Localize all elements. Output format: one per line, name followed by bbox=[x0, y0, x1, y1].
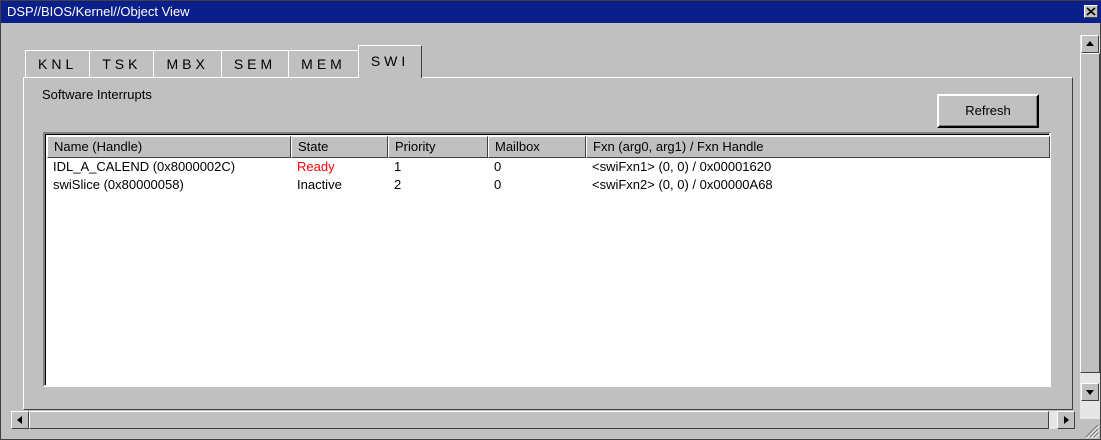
scroll-down-button[interactable] bbox=[1081, 383, 1099, 401]
tab-mbx[interactable]: MBX bbox=[153, 50, 222, 77]
tab-knl[interactable]: KNL bbox=[25, 50, 91, 77]
arrow-right-icon bbox=[1064, 416, 1069, 424]
cell-mailbox: 0 bbox=[494, 159, 502, 174]
tab-strip: KNL TSK MBX SEM MEM SWI bbox=[25, 45, 423, 78]
cell-state: Ready bbox=[297, 159, 335, 174]
cell-fxn: <swiFxn1> (0, 0) / 0x00001620 bbox=[592, 159, 772, 174]
swi-panel: Software Interrupts Refresh Name (Handle… bbox=[23, 77, 1073, 410]
scroll-right-button[interactable] bbox=[1057, 411, 1075, 429]
close-button[interactable] bbox=[1084, 5, 1098, 18]
refresh-button[interactable]: Refresh bbox=[937, 94, 1039, 128]
column-header-priority[interactable]: Priority bbox=[388, 136, 488, 158]
cell-name: swiSlice (0x80000058) bbox=[53, 177, 184, 192]
column-header-mailbox[interactable]: Mailbox bbox=[488, 136, 586, 158]
content-area: KNL TSK MBX SEM MEM SWI Software Interru… bbox=[11, 23, 1075, 411]
table-row[interactable]: swiSlice (0x80000058) Inactive 2 0 <swiF… bbox=[47, 176, 1050, 194]
vertical-scrollbar[interactable] bbox=[1080, 35, 1100, 419]
horizontal-scroll-thumb[interactable] bbox=[29, 411, 1049, 429]
section-title: Software Interrupts bbox=[42, 87, 152, 102]
close-icon bbox=[1086, 7, 1096, 16]
column-header-fxn[interactable]: Fxn (arg0, arg1) / Fxn Handle bbox=[586, 136, 1050, 158]
scroll-left-button[interactable] bbox=[11, 411, 29, 429]
cell-priority: 1 bbox=[394, 159, 402, 174]
object-view-window: DSP//BIOS/Kernel//Object View KNL TSK MB… bbox=[0, 0, 1101, 440]
column-header-name[interactable]: Name (Handle) bbox=[47, 136, 291, 158]
cell-priority: 2 bbox=[394, 177, 402, 192]
tab-swi[interactable]: SWI bbox=[357, 45, 423, 78]
cell-name: IDL_A_CALEND (0x8000002C) bbox=[53, 159, 236, 174]
horizontal-scrollbar[interactable] bbox=[11, 411, 1075, 429]
title-bar[interactable]: DSP//BIOS/Kernel//Object View bbox=[1, 1, 1101, 23]
window-title: DSP//BIOS/Kernel//Object View bbox=[7, 4, 190, 19]
arrow-up-icon bbox=[1086, 41, 1094, 46]
cell-mailbox: 0 bbox=[494, 177, 502, 192]
resize-grip-icon bbox=[1085, 424, 1100, 439]
arrow-down-icon bbox=[1086, 390, 1094, 395]
swi-list[interactable]: Name (Handle) State Priority Mailbox Fxn… bbox=[43, 132, 1051, 387]
arrow-left-icon bbox=[17, 416, 22, 424]
cell-fxn: <swiFxn2> (0, 0) / 0x00000A68 bbox=[592, 177, 773, 192]
resize-grip[interactable] bbox=[1080, 419, 1100, 439]
vertical-scroll-thumb[interactable] bbox=[1080, 53, 1100, 373]
tab-mem[interactable]: MEM bbox=[288, 50, 359, 77]
column-headers: Name (Handle) State Priority Mailbox Fxn… bbox=[47, 136, 1050, 158]
tab-tsk[interactable]: TSK bbox=[89, 50, 155, 77]
scroll-up-button[interactable] bbox=[1081, 35, 1099, 53]
table-row[interactable]: IDL_A_CALEND (0x8000002C) Ready 1 0 <swi… bbox=[47, 158, 1050, 176]
column-header-state[interactable]: State bbox=[291, 136, 388, 158]
tab-sem[interactable]: SEM bbox=[220, 50, 290, 77]
cell-state: Inactive bbox=[297, 177, 342, 192]
